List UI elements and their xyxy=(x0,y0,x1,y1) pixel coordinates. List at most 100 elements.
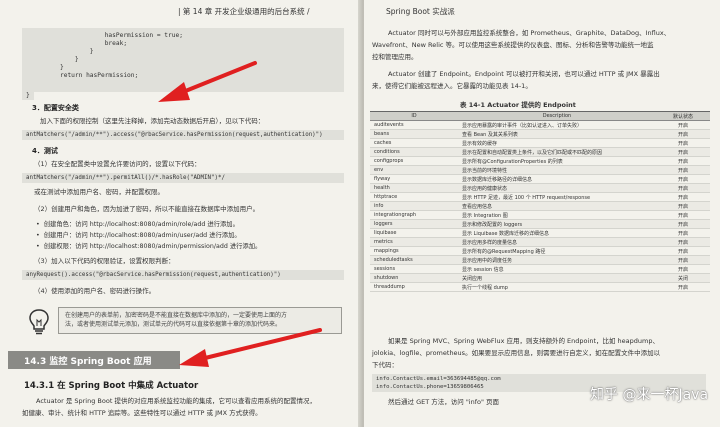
endpoint-id: env xyxy=(370,165,458,175)
bullet-create-role: 创建角色：访问 http://localhost:8080/admin/role… xyxy=(36,220,239,229)
table-row: info 查看应用信息 开启 xyxy=(370,201,710,211)
paragraph-test-3: （2）创建用户和角色，因为加进了密码，所以不能直接在数据库中添加用户。 xyxy=(34,205,260,213)
endpoint-description: 关闭应用 xyxy=(458,273,656,283)
table-row: conditions 显示在配置和自动配置类上条件，以及它们匹配或不匹配的原因 开启 xyxy=(370,147,710,157)
endpoint-description: 显示应用中的调度任务 xyxy=(458,255,656,265)
endpoint-id: threaddump xyxy=(370,282,458,292)
table-row: mappings 显示所有的@RequestMapping 路径 开启 xyxy=(370,246,710,256)
table-row: metrics 显示应用多样的度量信息 开启 xyxy=(370,237,710,247)
table-row: liquibase 显示 Liquibase 数据库迁移的详细信息 开启 xyxy=(370,228,710,238)
endpoint-id: sessions xyxy=(370,264,458,274)
table-body: auditevents 显示应用暴露的审计事件（比如认证进入、订单失败） 开启 bea… xyxy=(370,120,710,292)
endpoint-default-state: 开启 xyxy=(656,192,710,202)
endpoint-id: shutdown xyxy=(370,273,458,283)
table-row: scheduledtasks 显示应用中的调度任务 开启 xyxy=(370,255,710,265)
endpoint-table: ID Description 默认状态 auditevents 显示应用暴露的审计… xyxy=(370,111,710,292)
table-row: configprops 显示所有@ConfigurationProperties … xyxy=(370,156,710,166)
book-spread: | 第 14 章 开发企业级通用的后台系统 / hasPermission = … xyxy=(0,0,720,427)
column-header: ID xyxy=(370,111,458,121)
section-heading-bar: 14.3 监控 Spring Boot 应用 xyxy=(8,351,180,369)
section-title: 14.3 监控 Spring Boot 应用 xyxy=(24,357,152,367)
endpoint-id: httptrace xyxy=(370,192,458,202)
table-caption: 表 14-1 Actuator 提供的 Endpoint xyxy=(460,101,576,109)
table-header-row: ID Description 默认状态 xyxy=(370,111,710,121)
intro-line: Actuator 创建了 Endpoint。Endpoint 可以被打开和关闭，… xyxy=(388,70,660,78)
endpoint-description: 显示所有@ConfigurationProperties 的列表 xyxy=(458,156,656,166)
endpoint-default-state: 开启 xyxy=(656,129,710,139)
endpoint-id: info xyxy=(370,201,458,211)
endpoint-description: 显示应用多样的度量信息 xyxy=(458,237,656,247)
table-row: health 显示应用的健康状态 开启 xyxy=(370,183,710,193)
endpoint-default-state: 开启 xyxy=(656,255,710,265)
endpoint-id: mappings xyxy=(370,246,458,256)
endpoint-description: 显示应用的健康状态 xyxy=(458,183,656,193)
tip-line: 在创建用户的表单前，加密密码是不能直接在数据库中添加的，一定要使用上面的方 xyxy=(65,312,288,319)
endpoint-id: integrationgraph xyxy=(370,210,458,220)
column-header: Description xyxy=(458,111,656,121)
endpoint-description: 显示当前的环境特性 xyxy=(458,165,656,175)
lightbulb-icon xyxy=(29,309,49,335)
endpoint-default-state: 开启 xyxy=(656,264,710,274)
code-line: break; xyxy=(60,40,128,47)
endpoint-default-state: 开启 xyxy=(656,120,710,130)
endpoint-description: 显示 Liquibase 数据库迁移的详细信息 xyxy=(458,228,656,238)
endpoint-default-state: 开启 xyxy=(656,201,710,211)
endpoint-default-state: 开启 xyxy=(656,246,710,256)
heading-test: 4．测试 xyxy=(32,147,58,155)
endpoint-id: health xyxy=(370,183,458,193)
endpoint-default-state: 开启 xyxy=(656,237,710,247)
red-arrow-icon xyxy=(158,61,257,102)
table-row: httptrace 显示 HTTP 足迹，最近 100 个 HTTP reques… xyxy=(370,192,710,202)
endpoint-default-state: 开启 xyxy=(656,282,710,292)
code-line: info.ContactUs.email=363694485@qq.com xyxy=(376,376,501,382)
paragraph-security: 加入下面的权限控制（这里先注释掉，添加完动态数据后开启），见以下代码： xyxy=(40,117,265,125)
endpoint-id: configprops xyxy=(370,156,458,166)
endpoint-id: caches xyxy=(370,138,458,148)
endpoint-id: beans xyxy=(370,129,458,139)
table-row: threaddump 执行一个线程 dump 开启 xyxy=(370,282,710,292)
paragraph-actuator-1: Actuator 是 Spring Boot 提供的对应用系统监控功能的集成，它… xyxy=(36,397,316,405)
endpoint-default-state: 开启 xyxy=(656,165,710,175)
intro-line: 控和管理应用。 xyxy=(372,53,418,61)
endpoint-description: 显示和修改配置的 loggers xyxy=(458,219,656,229)
endpoint-id: loggers xyxy=(370,219,458,229)
paragraph-actuator-2: 如健康、审计、统计和 HTTP 追踪等。这些特性可以通过 HTTP 或 JMX … xyxy=(22,409,262,417)
intro-line: 来，使得它们能被远程进入。它暴露的功能见表 14-1。 xyxy=(372,82,532,90)
code-any-request: anyRequest().access("@rbacService.hasPer… xyxy=(22,270,344,280)
page-header-right: Spring Boot 实战派 xyxy=(386,7,455,16)
code-access: antMatchers("/admin/**").access("@rbacSe… xyxy=(22,130,344,140)
endpoint-default-state: 开启 xyxy=(656,138,710,148)
paragraph-test-1: （1）在安全配置类中设置允许要访问的，设置以下代码： xyxy=(34,160,201,168)
endpoint-default-state: 开启 xyxy=(656,210,710,220)
code-line: hasPermission = true; xyxy=(60,32,183,39)
endpoint-description: 显示 Integration 图 xyxy=(458,210,656,220)
intro-line: Wavefront、New Relic 等。可以使用这些系统提供的仪表盘、图标、… xyxy=(372,41,654,49)
watermark: 知乎 @来一杯Java xyxy=(590,387,709,403)
endpoint-id: auditevents xyxy=(370,120,458,130)
endpoint-description: 显示数据库迁移路径的详细信息 xyxy=(458,174,656,184)
after-table-line: 下代码： xyxy=(372,361,398,369)
after-table-line: jolokia、logfile、prometheus。如果要显示应用信息，则需要… xyxy=(372,349,661,357)
after-table-line: 如果是 Spring MVC、Spring WebFlux 应用，则支持额外的 … xyxy=(388,337,659,345)
bullet-create-user: 创建用户：访问 http://localhost:8080/admin/user… xyxy=(36,231,241,240)
endpoint-default-state: 开启 xyxy=(656,228,710,238)
endpoint-description: 执行一个线程 dump xyxy=(458,282,656,292)
heading-security: 3．配置安全类 xyxy=(32,104,79,112)
paragraph-test-5: （4）使用添加的用户名、密码进行操作。 xyxy=(34,287,156,295)
table-row: beans 查看 Bean 及其关系列表 开启 xyxy=(370,129,710,139)
endpoint-description: 查看 Bean 及其关系列表 xyxy=(458,129,656,139)
left-page: | 第 14 章 开发企业级通用的后台系统 / hasPermission = … xyxy=(0,0,362,427)
endpoint-description: 显示所有的@RequestMapping 路径 xyxy=(458,246,656,256)
paragraph-test-4: （3）加入以下代码的权限验证，设置权限判断： xyxy=(34,257,175,265)
table-row: auditevents 显示应用暴露的审计事件（比如认证进入、订单失败） 开启 xyxy=(370,120,710,130)
endpoint-description: 查看应用信息 xyxy=(458,201,656,211)
endpoint-default-state: 开启 xyxy=(656,219,710,229)
endpoint-id: liquibase xyxy=(370,228,458,238)
endpoint-default-state: 开启 xyxy=(656,183,710,193)
table-row: flyway 显示数据库迁移路径的详细信息 开启 xyxy=(370,174,710,184)
last-line: 然后通过 GET 方法，访问 "info" 页面 xyxy=(388,398,500,406)
table-row: caches 显示有效的缓存 开启 xyxy=(370,138,710,148)
endpoint-description: 显示在配置和自动配置类上条件，以及它们匹配或不匹配的原因 xyxy=(458,147,656,157)
endpoint-default-state: 开启 xyxy=(656,147,710,157)
subsection-title: 14.3.1 在 Spring Boot 中集成 Actuator xyxy=(24,381,199,391)
